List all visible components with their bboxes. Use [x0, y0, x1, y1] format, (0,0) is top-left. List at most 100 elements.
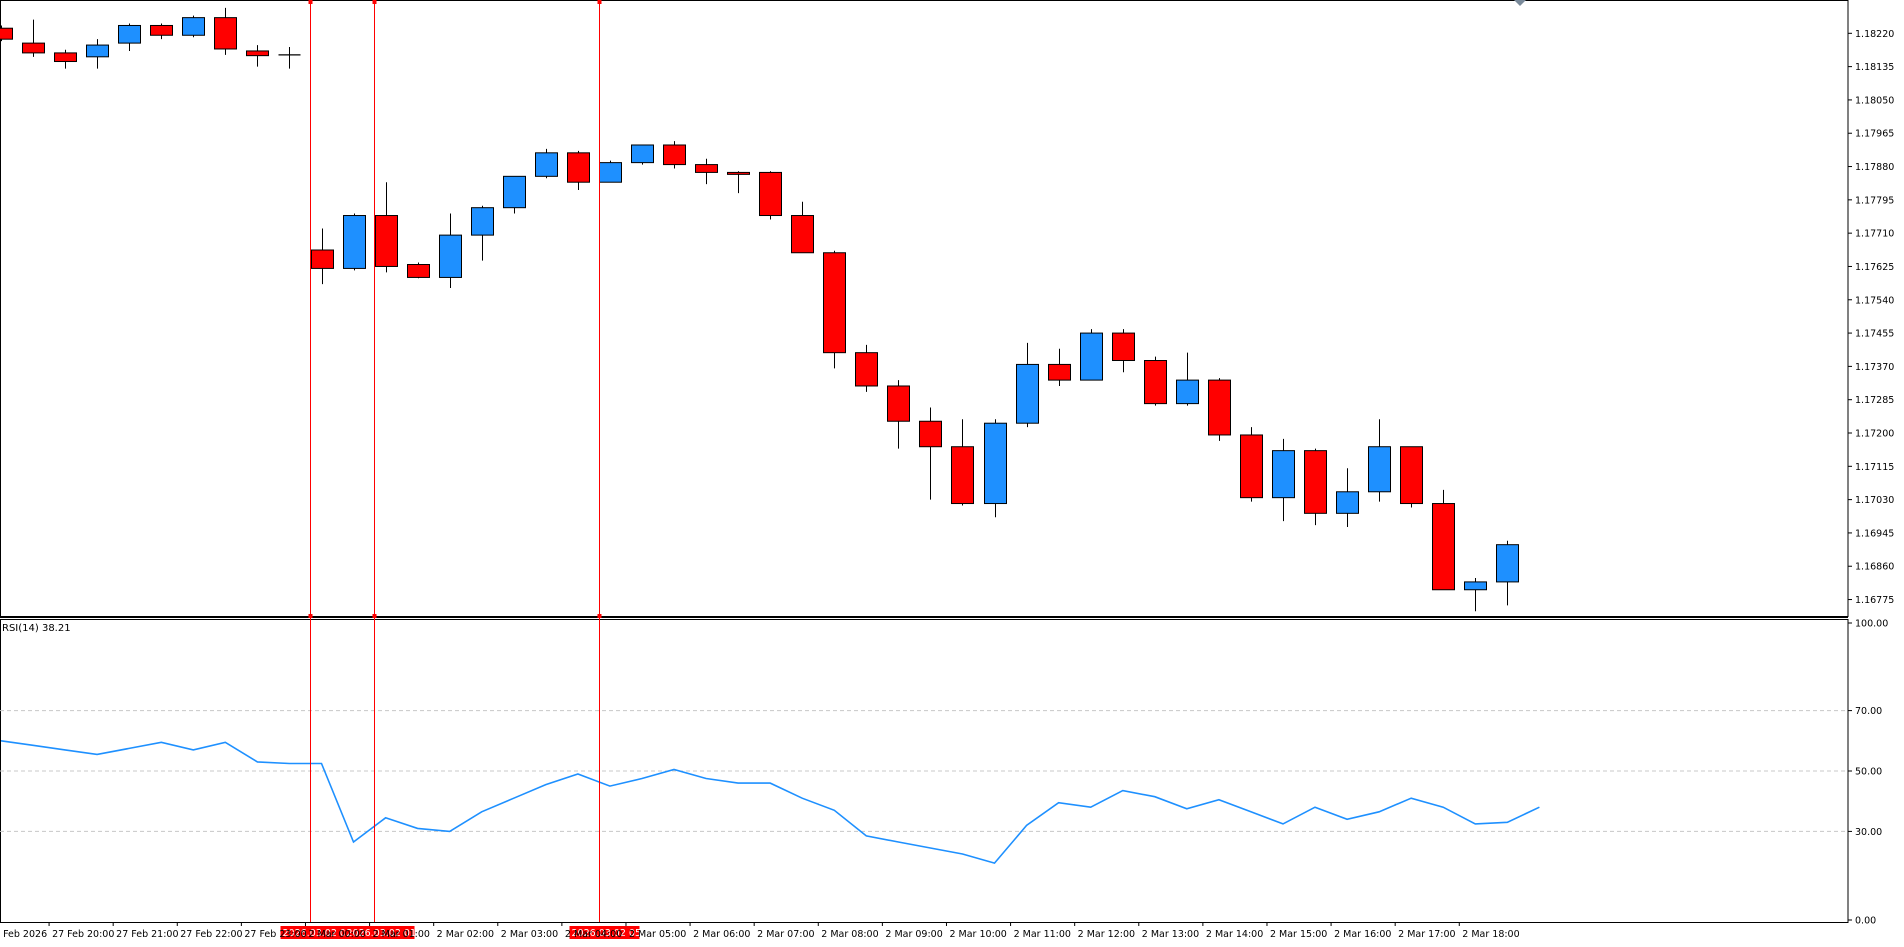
candle[interactable]: [278, 47, 301, 69]
candle[interactable]: [823, 250, 846, 369]
candle[interactable]: [182, 15, 205, 38]
candle[interactable]: [1304, 448, 1327, 526]
time-tick-label: 2 Mar 13:00: [1142, 929, 1199, 940]
candle-body: [1432, 503, 1455, 591]
candle[interactable]: [375, 182, 398, 273]
candle[interactable]: [439, 213, 462, 289]
candle[interactable]: [1464, 577, 1487, 612]
candle[interactable]: [1048, 348, 1071, 386]
candle-body: [214, 17, 237, 50]
grid-lines: [0, 710, 1848, 832]
marker-handle-top[interactable]: [597, 0, 602, 4]
candle[interactable]: [471, 205, 494, 261]
candle[interactable]: [984, 419, 1007, 518]
price-tick-label: 1.16775: [1855, 595, 1894, 606]
candle-body: [246, 50, 269, 57]
candle[interactable]: [919, 407, 942, 500]
shift-marker-icon: [1514, 0, 1526, 6]
candle[interactable]: [631, 144, 654, 165]
candle[interactable]: [343, 213, 366, 271]
candle[interactable]: [118, 23, 141, 51]
candle[interactable]: [1144, 356, 1167, 406]
vertical-marker[interactable]: 2026.03.02 01:30: [344, 0, 432, 939]
candle-body: [1208, 379, 1231, 436]
candle[interactable]: [535, 148, 558, 179]
candle-body: [727, 171, 750, 175]
candle[interactable]: [54, 49, 77, 69]
candle[interactable]: [503, 175, 526, 214]
candle-body: [1016, 363, 1039, 424]
indicator-tick-label: 70.00: [1855, 706, 1882, 717]
candle[interactable]: [1272, 438, 1295, 522]
candle[interactable]: [1336, 468, 1359, 528]
candle[interactable]: [214, 7, 237, 55]
indicator-tick-label: 0.00: [1855, 916, 1876, 927]
time-tick-label: 2 Mar 11:00: [1014, 929, 1071, 940]
candle[interactable]: [1400, 446, 1423, 508]
candle[interactable]: [951, 419, 974, 506]
indicator-title: RSI(14) 38.21: [2, 623, 71, 634]
candle[interactable]: [1368, 419, 1391, 502]
candle-body: [855, 352, 878, 387]
candle[interactable]: [22, 19, 45, 57]
candle-body: [1048, 363, 1071, 381]
price-tick-label: 1.17455: [1855, 329, 1894, 340]
vertical-marker-lines[interactable]: 2026.03.02 00:302026.03.02 01:30 2026.03.…: [280, 0, 657, 939]
time-tick-label: 27 Feb 22:00: [180, 929, 242, 940]
candle[interactable]: [599, 160, 622, 183]
candle-body: [1464, 581, 1487, 591]
candle[interactable]: [695, 158, 718, 185]
time-tick-label: 2 Mar 16:00: [1334, 929, 1391, 940]
candle-body: [311, 249, 334, 269]
trading-chart[interactable]: 2026.03.02 00:30 2026.03.02 01:30 2026.03.…: [0, 0, 1904, 943]
price-tick-label: 1.17200: [1855, 429, 1894, 440]
candle[interactable]: [246, 45, 269, 67]
candle[interactable]: [407, 262, 430, 279]
candle-body: [631, 144, 654, 164]
price-tick-label: 1.17625: [1855, 262, 1894, 273]
candle-series[interactable]: [0, 7, 1519, 612]
time-tick-label: 2 Mar 09:00: [885, 929, 942, 940]
time-tick-label: 27 Feb 20:00: [52, 929, 114, 940]
candle[interactable]: [759, 171, 782, 220]
candle[interactable]: [1016, 342, 1039, 428]
time-tick-label: 2 Mar 18:00: [1462, 929, 1519, 940]
candle[interactable]: [1240, 427, 1263, 502]
price-tick-label: 1.17285: [1855, 395, 1894, 406]
marker-handle-top[interactable]: [372, 0, 377, 4]
candle[interactable]: [150, 23, 173, 40]
candle[interactable]: [1432, 489, 1455, 591]
candle[interactable]: [1080, 329, 1103, 381]
rsi-line[interactable]: [0, 740, 1540, 865]
candle[interactable]: [663, 141, 686, 169]
vertical-marker[interactable]: 2026.03.02 05:00: [569, 0, 657, 939]
candle-body: [54, 52, 77, 63]
candle[interactable]: [791, 201, 814, 254]
marker-handle-top[interactable]: [308, 0, 313, 4]
candle-body: [1144, 360, 1167, 405]
marker-handle-bottom[interactable]: [372, 614, 377, 618]
candle[interactable]: [727, 171, 750, 194]
candle[interactable]: [855, 344, 878, 392]
candle-body: [919, 420, 942, 448]
marker-handle-bottom[interactable]: [308, 614, 313, 618]
time-tick-label: 2 Mar 05:00: [629, 929, 686, 940]
candle[interactable]: [1176, 352, 1199, 406]
candle[interactable]: [887, 380, 910, 449]
vertical-marker[interactable]: 2026.03.02 00:30: [280, 0, 368, 939]
chart-canvas[interactable]: 2026.03.02 00:302026.03.02 01:30 2026.03.…: [0, 0, 1904, 943]
candle[interactable]: [86, 39, 109, 69]
candle[interactable]: [1496, 540, 1519, 606]
candle[interactable]: [1208, 378, 1231, 441]
marker-handle-bottom[interactable]: [597, 614, 602, 618]
candle-body: [823, 252, 846, 354]
candle[interactable]: [311, 228, 334, 285]
price-tick-label: 1.17030: [1855, 495, 1894, 506]
candle[interactable]: [0, 25, 13, 42]
candle-body: [0, 27, 13, 40]
price-tick-label: 1.17965: [1855, 129, 1894, 140]
candle[interactable]: [1112, 329, 1135, 373]
time-tick-label: 2 Mar 01:00: [373, 929, 430, 940]
candle[interactable]: [567, 150, 590, 191]
rsi-series[interactable]: [0, 740, 1540, 865]
